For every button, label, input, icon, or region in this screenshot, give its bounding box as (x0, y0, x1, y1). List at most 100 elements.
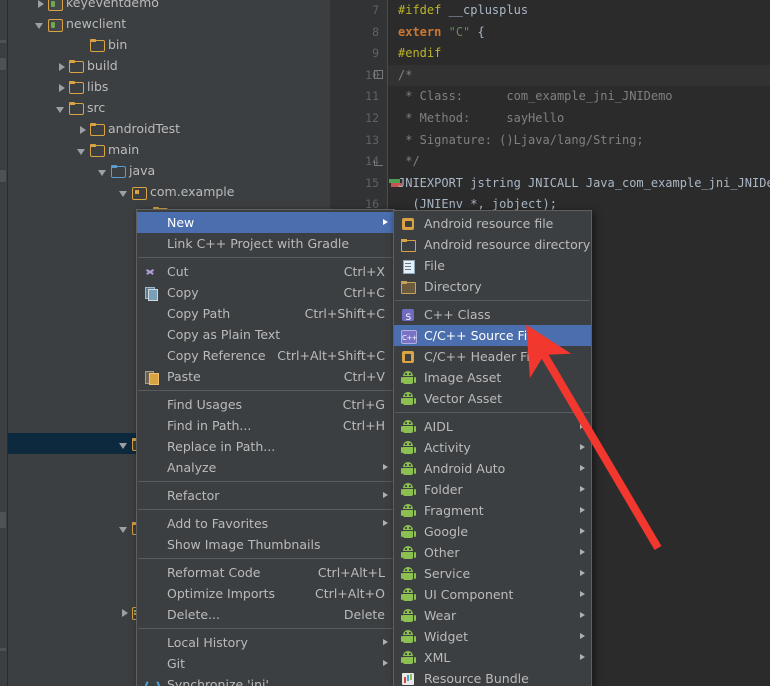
chevron-right-icon[interactable] (56, 82, 67, 93)
menu-item-analyze[interactable]: Analyze (137, 457, 394, 478)
fold-collapse-icon[interactable]: - (374, 69, 383, 79)
code-line[interactable]: * Method: sayHello (388, 108, 770, 130)
tree-row[interactable]: libs (8, 76, 330, 97)
menu-item-new[interactable]: New (137, 212, 394, 233)
menu-item-android-auto[interactable]: Android Auto (394, 458, 591, 479)
scissors-icon (144, 265, 158, 279)
code-line[interactable]: extern "C" { (388, 22, 770, 44)
menu-item-add-to-favorites[interactable]: Add to Favorites (137, 513, 394, 534)
tree-row-label: build (87, 58, 118, 73)
code-line[interactable]: #ifdef __cplusplus (388, 0, 770, 22)
chevron-right-icon[interactable] (35, 0, 46, 9)
resource-bundle-icon (401, 672, 415, 686)
code-token: __cplusplus (441, 3, 529, 17)
menu-item-android-resource-directory[interactable]: Android resource directory (394, 234, 591, 255)
tree-row[interactable]: java (8, 160, 330, 181)
menu-item-refactor[interactable]: Refactor (137, 485, 394, 506)
menu-item-label: Android resource directory (424, 237, 591, 252)
menu-item-widget[interactable]: Widget (394, 626, 591, 647)
menu-item-reformat-code[interactable]: Reformat Code Ctrl+Alt+L (137, 562, 394, 583)
android-icon (400, 503, 416, 518)
tree-row[interactable]: bin (8, 34, 330, 55)
code-token: #endif (398, 46, 442, 61)
code-line[interactable]: * Class: com_example_jni_JNIDemo (388, 86, 770, 108)
tree-row[interactable]: build (8, 55, 330, 76)
menu-item-activity[interactable]: Activity (394, 437, 591, 458)
menu-item-link-c-project-with-gradle[interactable]: Link C++ Project with Gradle (137, 233, 394, 254)
menu-item-local-history[interactable]: Local History (137, 632, 394, 653)
project-context-menu[interactable]: New Link C++ Project with Gradle Cut Ctrl+X… (136, 209, 395, 686)
chevron-down-icon[interactable] (35, 19, 46, 30)
menu-item-label: Other (424, 545, 460, 560)
menu-item-show-image-thumbnails[interactable]: Show Image Thumbnails (137, 534, 394, 555)
chevron-down-icon[interactable] (77, 145, 88, 156)
chevron-down-icon[interactable] (119, 439, 130, 450)
menu-item-find-usages[interactable]: Find Usages Ctrl+G (137, 394, 394, 415)
tool-window-strip[interactable] (0, 0, 8, 686)
code-line[interactable]: - /* (374, 64, 770, 87)
menu-item-delete[interactable]: Delete... Delete (137, 604, 394, 625)
menu-item-git[interactable]: Git (137, 653, 394, 674)
tree-row[interactable]: main (8, 139, 330, 160)
menu-item-android-resource-file[interactable]: Android resource file (394, 213, 591, 234)
menu-item-aidl[interactable]: AIDL (394, 416, 591, 437)
menu-item-image-asset[interactable]: Image Asset (394, 367, 591, 388)
chevron-down-icon[interactable] (56, 103, 67, 114)
menu-item-service[interactable]: Service (394, 563, 591, 584)
submenu-arrow-icon (383, 660, 388, 666)
chevron-down-icon[interactable] (98, 166, 109, 177)
menu-item-xml[interactable]: XML (394, 647, 591, 668)
menu-item-directory[interactable]: Directory (394, 276, 591, 297)
menu-item-vector-asset[interactable]: Vector Asset (394, 388, 591, 409)
code-line[interactable]: * Signature: ()Ljava/lang/String; (388, 130, 770, 152)
line-number-value: 12 (365, 110, 379, 125)
menu-item-copy[interactable]: Copy Ctrl+C (137, 282, 394, 303)
chevron-down-icon[interactable] (119, 187, 130, 198)
menu-item-ui-component[interactable]: UI Component (394, 584, 591, 605)
cpp-class-icon (401, 308, 415, 329)
tree-row-label: java (129, 163, 156, 178)
menu-item-label: File (424, 258, 445, 273)
copy-icon (144, 286, 158, 301)
menu-item-c-c-header-file[interactable]: C/C++ Header File (394, 346, 591, 367)
menu-item-c-class[interactable]: C++ Class (394, 304, 591, 329)
menu-item-resource-bundle[interactable]: Resource Bundle (394, 668, 591, 686)
menu-item-copy-as-plain-text[interactable]: Copy as Plain Text (137, 324, 394, 345)
tree-row[interactable]: src (8, 97, 330, 118)
menu-item-optimize-imports[interactable]: Optimize Imports Ctrl+Alt+O (137, 583, 394, 604)
menu-item-replace-in-path[interactable]: Replace in Path... (137, 436, 394, 457)
menu-item-label: Optimize Imports (167, 586, 276, 601)
tree-row[interactable]: newclient (8, 13, 330, 34)
menu-item-copy-path[interactable]: Copy Path Ctrl+Shift+C (137, 303, 394, 324)
menu-item-paste[interactable]: Paste Ctrl+V (137, 366, 394, 387)
code-line[interactable]: JNIEXPORT jstring JNICALL Java_com_examp… (388, 173, 770, 195)
tree-row[interactable]: androidTest (8, 118, 330, 139)
code-line[interactable]: #endif (388, 43, 770, 65)
menu-item-shortcut: Ctrl+Alt+Shift+C (277, 348, 385, 363)
menu-item-other[interactable]: Other (394, 542, 591, 563)
chevron-right-icon[interactable] (56, 61, 67, 72)
menu-item-label: Copy as Plain Text (167, 327, 281, 342)
menu-item-folder[interactable]: Folder (394, 479, 591, 500)
menu-item-fragment[interactable]: Fragment (394, 500, 591, 521)
menu-item-google[interactable]: Google (394, 521, 591, 542)
code-line[interactable]: */ (374, 151, 770, 173)
menu-item-file[interactable]: File (394, 255, 591, 276)
menu-item-find-in-path[interactable]: Find in Path... Ctrl+H (137, 415, 394, 436)
menu-item-copy-reference[interactable]: Copy Reference Ctrl+Alt+Shift+C (137, 345, 394, 366)
menu-item-synchronize-jni[interactable]: Synchronize 'jni' (137, 674, 394, 686)
menu-item-cut[interactable]: Cut Ctrl+X (137, 261, 394, 282)
menu-item-c-c-source-file[interactable]: C/C++ Source File (394, 325, 591, 349)
new-submenu[interactable]: Android resource file Android resource di… (393, 210, 592, 686)
menu-item-wear[interactable]: Wear (394, 605, 591, 626)
chevron-right-icon[interactable] (119, 607, 130, 618)
tree-row[interactable]: com.example (8, 181, 330, 202)
code-token: */ (398, 154, 420, 169)
menu-item-shortcut: Ctrl+C (343, 285, 385, 300)
chevron-down-icon[interactable] (119, 523, 130, 534)
line-number-value: 9 (372, 46, 379, 61)
package-icon (131, 186, 147, 200)
submenu-arrow-icon (580, 444, 585, 450)
chevron-right-icon[interactable] (77, 124, 88, 135)
tree-row[interactable]: keyeventdemo (8, 0, 330, 13)
